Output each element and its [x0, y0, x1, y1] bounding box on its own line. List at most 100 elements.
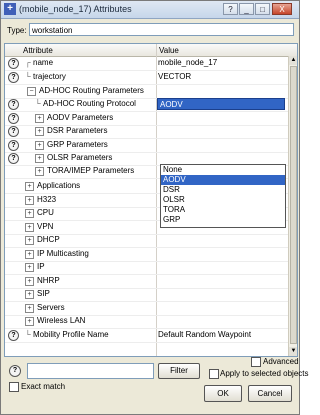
advanced-checkbox[interactable] — [251, 357, 261, 367]
tree-line-icon: └ — [25, 72, 31, 81]
attribute-value[interactable]: mobile_node_17 — [158, 58, 217, 67]
apply-selected-checkbox[interactable] — [209, 369, 219, 379]
expand-icon[interactable]: + — [25, 196, 34, 205]
type-row: Type: workstation — [4, 23, 296, 38]
expand-icon[interactable]: + — [25, 250, 34, 259]
expand-icon[interactable]: + — [35, 127, 44, 136]
attribute-row[interactable]: ? └ trajectory VECTOR — [5, 71, 288, 85]
apply-selected-label: Apply to selected objects — [220, 369, 309, 378]
attribute-name: Wireless LAN — [37, 316, 86, 325]
attribute-value[interactable]: VECTOR — [158, 72, 191, 81]
ok-button[interactable]: OK — [204, 385, 242, 402]
tree-line-icon: ┌ — [25, 58, 31, 67]
expand-icon[interactable]: + — [35, 141, 44, 150]
dropdown-option[interactable]: AODV — [161, 175, 285, 185]
expand-icon[interactable]: + — [25, 263, 34, 272]
attributes-dialog: + (mobile_node_17) Attributes ? _ □ X Ty… — [0, 0, 309, 415]
type-input[interactable]: workstation — [29, 23, 294, 36]
vertical-scrollbar[interactable]: ▲ ▼ — [288, 56, 297, 356]
tree-line-icon: └ — [25, 330, 31, 339]
attribute-name: OLSR Parameters — [47, 153, 113, 162]
scroll-thumb[interactable] — [290, 66, 297, 344]
window-title: (mobile_node_17) Attributes — [19, 4, 132, 14]
tree-line-icon: └ — [35, 99, 41, 108]
app-icon: + — [4, 3, 16, 15]
attribute-row[interactable]: + SIP — [5, 288, 288, 302]
attribute-row[interactable]: − AD-HOC Routing Parameters — [5, 85, 288, 99]
filter-button[interactable]: Filter — [158, 363, 200, 379]
attribute-row[interactable]: + Wireless LAN — [5, 315, 288, 329]
dropdown-option[interactable]: DSR — [161, 185, 285, 195]
dropdown-option[interactable]: GRP — [161, 215, 285, 225]
attribute-name: AODV Parameters — [47, 113, 114, 122]
attribute-row[interactable]: ? └ AD-HOC Routing Protocol AODV — [5, 98, 288, 112]
expand-icon[interactable]: + — [25, 304, 34, 313]
attribute-row[interactable]: ? └ Mobility Profile Name Default Random Wa… — [5, 329, 288, 343]
attribute-row[interactable]: ? + GRP Parameters — [5, 139, 288, 153]
help-icon[interactable]: ? — [8, 113, 19, 124]
expand-icon[interactable]: + — [25, 182, 34, 191]
scroll-up-icon[interactable]: ▲ — [289, 56, 297, 65]
dropdown-option[interactable]: None — [161, 165, 285, 175]
cancel-button[interactable]: Cancel — [248, 385, 292, 402]
attribute-name: Mobility Profile Name — [33, 330, 109, 339]
attribute-name: TORA/IMEP Parameters — [47, 166, 135, 175]
attribute-row[interactable]: ? + AODV Parameters — [5, 112, 288, 126]
attribute-row[interactable]: ? ┌ name mobile_node_17 — [5, 57, 288, 71]
title-bar: + (mobile_node_17) Attributes ? _ □ X — [1, 1, 299, 19]
attribute-row[interactable]: + DHCP — [5, 234, 288, 248]
help-icon[interactable]: ? — [8, 72, 19, 83]
expand-icon[interactable]: + — [35, 114, 44, 123]
grid-header: Attribute Value — [5, 44, 297, 57]
attribute-column-header[interactable]: Attribute — [23, 46, 53, 55]
attribute-row[interactable]: ? + DSR Parameters — [5, 125, 288, 139]
routing-protocol-dropdown[interactable]: None AODV DSR OLSR TORA GRP — [160, 164, 286, 228]
maximize-button[interactable]: □ — [255, 3, 270, 15]
help-icon[interactable]: ? — [8, 58, 19, 69]
dropdown-option[interactable]: TORA — [161, 205, 285, 215]
attribute-name: H323 — [37, 195, 57, 204]
attribute-row[interactable]: + Servers — [5, 302, 288, 316]
help-icon[interactable]: ? — [8, 126, 19, 137]
attribute-row[interactable]: + IP — [5, 261, 288, 275]
expand-icon[interactable]: + — [25, 277, 34, 286]
expand-icon[interactable]: + — [35, 167, 44, 176]
expand-icon[interactable]: + — [25, 236, 34, 245]
help-icon[interactable]: ? — [8, 140, 19, 151]
filter-input[interactable] — [27, 363, 154, 379]
dropdown-option[interactable]: OLSR — [161, 195, 285, 205]
expand-icon[interactable]: + — [25, 209, 34, 218]
advanced-label: Advanced — [263, 357, 299, 366]
attribute-name: IP — [37, 262, 45, 271]
exact-match-checkbox[interactable] — [9, 382, 19, 392]
collapse-icon[interactable]: − — [27, 87, 36, 96]
attribute-name: Applications — [37, 181, 81, 190]
attribute-name: DHCP — [37, 235, 60, 244]
expand-icon[interactable]: + — [25, 317, 34, 326]
close-button[interactable]: X — [272, 3, 292, 15]
attribute-name: AD-HOC Routing Parameters — [39, 86, 144, 95]
type-label: Type: — [7, 26, 27, 35]
attribute-value[interactable]: Default Random Waypoint — [158, 330, 251, 339]
help-button[interactable]: ? — [223, 3, 238, 15]
exact-match-label: Exact match — [21, 382, 66, 391]
help-icon[interactable]: ? — [8, 153, 19, 164]
attribute-name: VPN — [37, 222, 54, 231]
bottom-help-icon[interactable]: ? — [9, 365, 21, 377]
help-icon[interactable]: ? — [8, 330, 19, 341]
expand-icon[interactable]: + — [25, 223, 34, 232]
attribute-name: Servers — [37, 303, 65, 312]
expand-icon[interactable]: + — [25, 290, 34, 299]
attribute-grid: Attribute Value ? ┌ name mobile_node_17? └ tr… — [4, 43, 298, 357]
minimize-button[interactable]: _ — [239, 3, 254, 15]
attribute-name: IP Multicasting — [37, 249, 89, 258]
attribute-row[interactable]: + NHRP — [5, 275, 288, 289]
attribute-name: SIP — [37, 289, 50, 298]
expand-icon[interactable]: + — [35, 154, 44, 163]
attribute-name: AD-HOC Routing Protocol — [43, 99, 136, 108]
attribute-row[interactable]: + IP Multicasting — [5, 248, 288, 262]
value-column-header[interactable]: Value — [159, 46, 179, 55]
help-icon[interactable]: ? — [8, 99, 19, 110]
routing-protocol-select[interactable]: AODV — [157, 98, 285, 110]
scroll-down-icon[interactable]: ▼ — [289, 347, 297, 356]
